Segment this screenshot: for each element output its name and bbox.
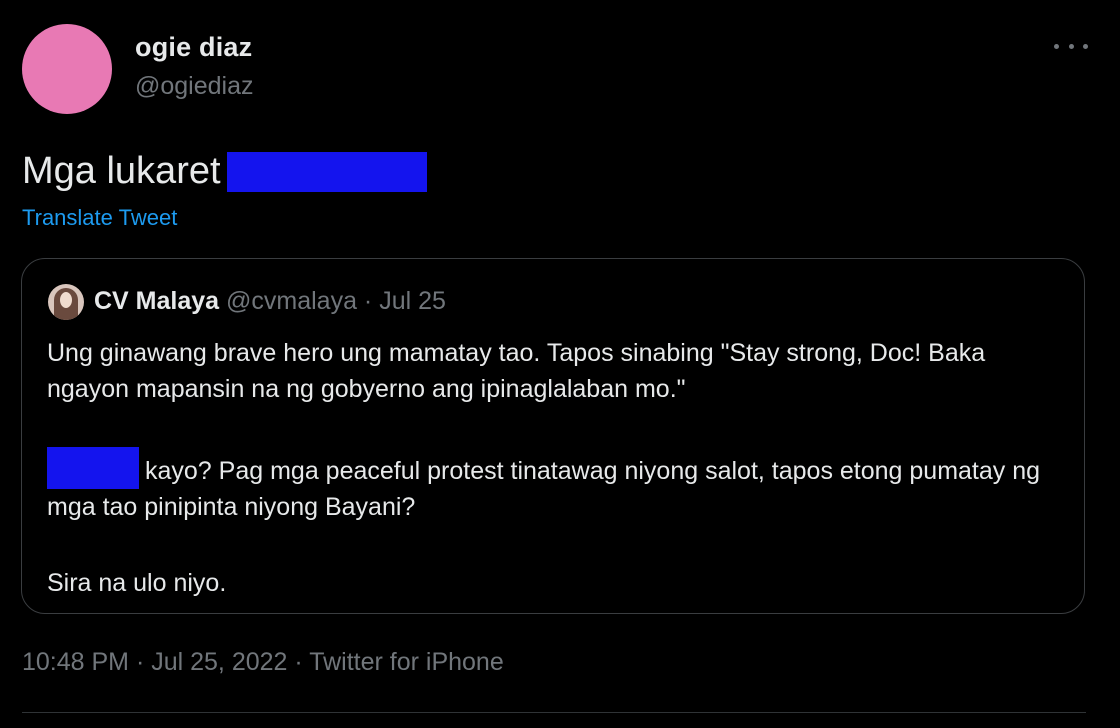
tweet-timestamp[interactable]: 10:48 PM · Jul 25, 2022 · Twitter for iP… xyxy=(22,648,504,677)
divider xyxy=(22,712,1086,713)
translate-tweet-link[interactable]: Translate Tweet xyxy=(22,205,177,231)
redaction-box xyxy=(226,151,427,192)
more-options-button[interactable] xyxy=(1054,36,1088,56)
profile-avatar[interactable] xyxy=(22,24,112,114)
tweet-text: Mga lukaret xyxy=(22,150,427,193)
quoted-paragraph-2: kayo? Pag mga peaceful protest tinatawag… xyxy=(47,447,1057,525)
quoted-tweet-body: Ung ginawang brave hero ung mamatay tao.… xyxy=(47,335,1057,641)
quoted-paragraph-1: Ung ginawang brave hero ung mamatay tao.… xyxy=(47,339,986,403)
quoted-author-handle-date: @cvmalaya · Jul 25 xyxy=(219,287,446,315)
tweet-text-content: Mga lukaret xyxy=(22,150,221,192)
more-horizontal-icon xyxy=(1054,43,1059,49)
quoted-author-avatar xyxy=(48,284,84,320)
quoted-tweet-header: CV Malaya @cvmalaya · Jul 25 xyxy=(94,287,446,316)
user-handle[interactable]: @ogiediaz xyxy=(135,72,254,101)
quoted-paragraph-2-text: kayo? Pag mga peaceful protest tinatawag… xyxy=(47,457,1041,521)
display-name[interactable]: ogie diaz xyxy=(135,32,252,63)
redaction-box xyxy=(47,447,139,489)
quoted-paragraph-3: Sira na ulo niyo. xyxy=(47,569,227,597)
quoted-tweet-card[interactable]: CV Malaya @cvmalaya · Jul 25 Ung ginawan… xyxy=(21,258,1085,614)
quoted-author-name: CV Malaya xyxy=(94,287,220,315)
